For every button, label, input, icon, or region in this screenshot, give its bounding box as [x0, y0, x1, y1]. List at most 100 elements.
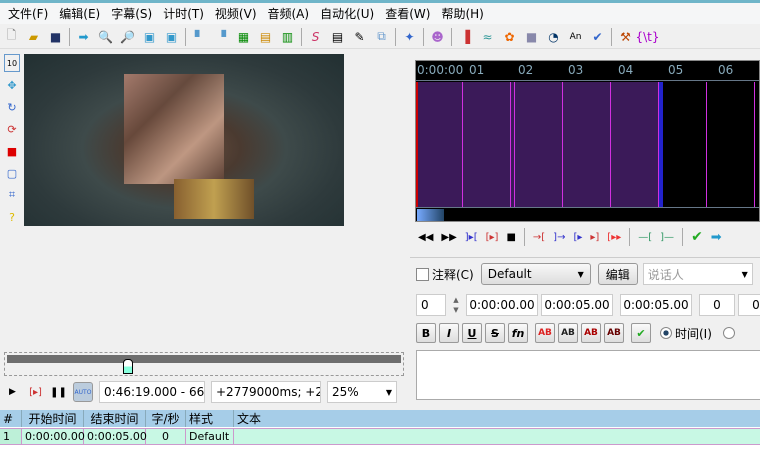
play-last-500-icon[interactable]: ▸]: [590, 232, 599, 243]
stop-icon[interactable]: ■: [506, 232, 515, 243]
standard-tool-icon[interactable]: 10: [4, 54, 20, 72]
new-file-icon[interactable]: 🗋: [3, 28, 20, 45]
help-icon[interactable]: ?: [4, 208, 20, 226]
play-first-500-icon[interactable]: [▸: [573, 232, 582, 243]
edit-style-button[interactable]: 编辑: [597, 263, 638, 285]
bold-button[interactable]: B: [416, 323, 436, 343]
keyframe-icon[interactable]: ▥: [279, 28, 296, 45]
translation-assistant-icon[interactable]: ☻: [429, 28, 446, 45]
jump-start-icon[interactable]: ▣: [141, 28, 158, 45]
tag-toggle-icon[interactable]: {\t}: [635, 28, 659, 45]
zoom-in-icon[interactable]: 🔍: [97, 28, 114, 45]
menu-automation[interactable]: 自动化(U): [316, 5, 381, 22]
set-start-icon[interactable]: ▘: [191, 28, 208, 45]
video-seek-slider[interactable]: [4, 352, 404, 376]
rotate-xy-icon[interactable]: ⟳: [4, 120, 20, 138]
table-row[interactable]: 1 0:00:00.00 0:00:05.00 0 Default: [0, 428, 760, 445]
keyframe-marker: [514, 82, 515, 208]
drag-tool-icon[interactable]: ✥: [4, 76, 20, 94]
menu-subtitle[interactable]: 字幕(S): [107, 5, 159, 22]
styles-manager-icon[interactable]: S: [307, 28, 324, 45]
menu-video[interactable]: 视频(V): [211, 5, 264, 22]
timer-icon[interactable]: ◔: [545, 28, 562, 45]
rotate-z-icon[interactable]: ↻: [4, 98, 20, 116]
duration-input[interactable]: 0:00:05.00: [620, 294, 692, 316]
commit-button[interactable]: ✔: [631, 323, 651, 343]
margin-left-input[interactable]: 0: [699, 294, 735, 316]
play-500-after-icon[interactable]: ]→: [553, 232, 565, 243]
video-offset-field[interactable]: +2779000ms; +27: [211, 381, 321, 403]
clip-icon[interactable]: ▢: [4, 164, 20, 182]
seek-thumb[interactable]: [123, 359, 133, 374]
prev-line-icon[interactable]: ◀◀: [418, 232, 433, 243]
strikeout-button[interactable]: S: [485, 323, 505, 343]
margin-right-input[interactable]: 0: [738, 294, 760, 316]
snap-icon[interactable]: ▦: [235, 28, 252, 45]
time-radio[interactable]: [660, 327, 672, 339]
resample-icon[interactable]: ▐: [457, 28, 474, 45]
audio-scrollbar[interactable]: [416, 207, 759, 221]
pause-icon[interactable]: ❚❚: [50, 384, 67, 401]
lead-in-icon[interactable]: —[: [638, 232, 652, 243]
play-selection-icon[interactable]: [▸]: [486, 232, 499, 243]
layer-spinner[interactable]: ▲ ▼: [449, 295, 463, 315]
play-500-before-icon[interactable]: →[: [533, 232, 545, 243]
end-time-input[interactable]: 0:00:05.00: [541, 294, 613, 316]
play-icon[interactable]: ▶: [4, 384, 21, 401]
video-display[interactable]: [24, 54, 344, 226]
audio-scroll-thumb[interactable]: [417, 209, 444, 221]
jump-end-icon[interactable]: ▣: [163, 28, 180, 45]
play-before-icon[interactable]: ]▸[: [465, 232, 478, 243]
underline-button[interactable]: U: [462, 323, 482, 343]
play-line-icon[interactable]: [▸]: [27, 384, 44, 401]
scale-icon[interactable]: ■: [4, 142, 20, 160]
subtitle-text-input[interactable]: [416, 350, 760, 400]
options-icon[interactable]: ⚒: [617, 28, 634, 45]
menu-file[interactable]: 文件(F): [4, 5, 55, 22]
start-time-input[interactable]: 0:00:00.00: [466, 294, 538, 316]
stop-icon[interactable]: ■: [523, 28, 540, 45]
italic-button[interactable]: I: [439, 323, 459, 343]
zoom-select[interactable]: 25% ▼: [327, 381, 397, 403]
menu-timing[interactable]: 计时(T): [159, 5, 211, 22]
layer-input[interactable]: 0: [416, 294, 446, 316]
menu-audio[interactable]: 音频(A): [264, 5, 317, 22]
font-button[interactable]: fn: [508, 323, 528, 343]
fonts-collector-icon[interactable]: ⧉: [373, 28, 390, 45]
translate-icon[interactable]: An: [567, 28, 584, 45]
frame-radio[interactable]: [722, 327, 735, 339]
primary-color-button[interactable]: AB: [535, 323, 555, 343]
save-icon[interactable]: ■: [47, 28, 64, 45]
comment-checkbox[interactable]: [416, 267, 429, 281]
kanji-timer-icon[interactable]: ✿: [501, 28, 518, 45]
outline-color-button[interactable]: AB: [581, 323, 601, 343]
shadow-color-button[interactable]: AB: [604, 323, 624, 343]
menu-view[interactable]: 查看(W): [381, 5, 437, 22]
audio-selection[interactable]: [416, 82, 663, 208]
audio-display[interactable]: 0:00:00 01 02 03 04 05 06: [415, 60, 760, 222]
actor-input[interactable]: 说话人 ▼: [642, 263, 753, 285]
play-to-end-icon[interactable]: [▸▸: [607, 232, 621, 243]
vector-clip-icon[interactable]: ⌗: [4, 186, 20, 204]
autoscroll-icon[interactable]: AUTO: [73, 382, 93, 402]
necklace-area: [174, 179, 254, 219]
next-line-icon[interactable]: ▶▶: [441, 232, 456, 243]
automation-icon[interactable]: ✦: [401, 28, 418, 45]
open-file-icon[interactable]: ▰: [25, 28, 42, 45]
properties-icon[interactable]: ▤: [329, 28, 346, 45]
zoom-out-icon[interactable]: 🔎: [119, 28, 136, 45]
jump-to-icon[interactable]: ➡: [75, 28, 92, 45]
shift-times-icon[interactable]: ▤: [257, 28, 274, 45]
lead-out-icon[interactable]: ]—: [660, 232, 674, 243]
go-next-icon[interactable]: ➡: [711, 230, 722, 245]
attachments-icon[interactable]: ✎: [351, 28, 368, 45]
menu-edit[interactable]: 编辑(E): [55, 5, 107, 22]
timing-postprocessor-icon[interactable]: ≈: [479, 28, 496, 45]
secondary-color-button[interactable]: AB: [558, 323, 578, 343]
menu-help[interactable]: 帮助(H): [437, 5, 490, 22]
commit-icon[interactable]: ✔: [691, 229, 703, 245]
video-time-field[interactable]: 0:46:19.000 - 666!: [99, 381, 205, 403]
set-end-icon[interactable]: ▝: [213, 28, 230, 45]
style-select[interactable]: Default ▼: [480, 263, 591, 285]
spellcheck-icon[interactable]: ✔: [589, 28, 606, 45]
